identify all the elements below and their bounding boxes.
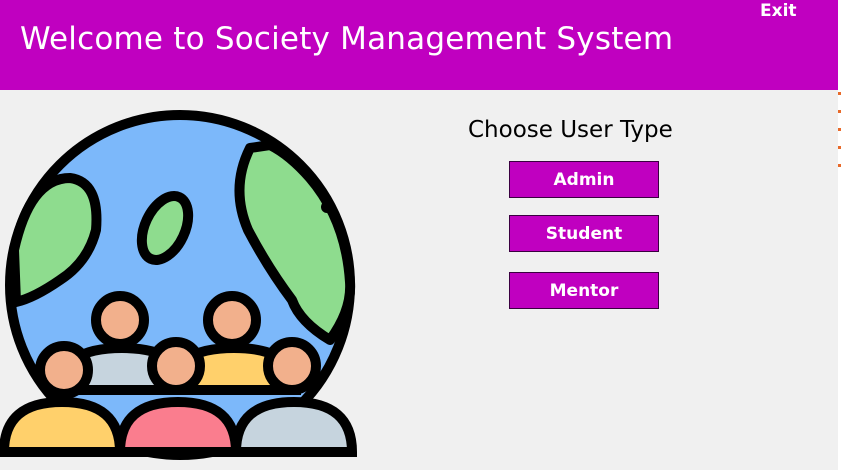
mentor-button[interactable]: Mentor — [509, 272, 659, 309]
page-title: Welcome to Society Management System — [20, 21, 674, 57]
exit-button[interactable]: Exit — [760, 1, 797, 21]
admin-button[interactable]: Admin — [509, 161, 659, 198]
student-button[interactable]: Student — [509, 215, 659, 252]
edge-marks — [838, 92, 841, 172]
window-edge — [838, 0, 854, 470]
header-bar: Welcome to Society Management System Exi… — [0, 0, 838, 90]
app-window: Welcome to Society Management System Exi… — [0, 0, 838, 470]
globe-with-people-icon — [0, 110, 358, 460]
choose-user-type-label: Choose User Type — [468, 117, 673, 143]
